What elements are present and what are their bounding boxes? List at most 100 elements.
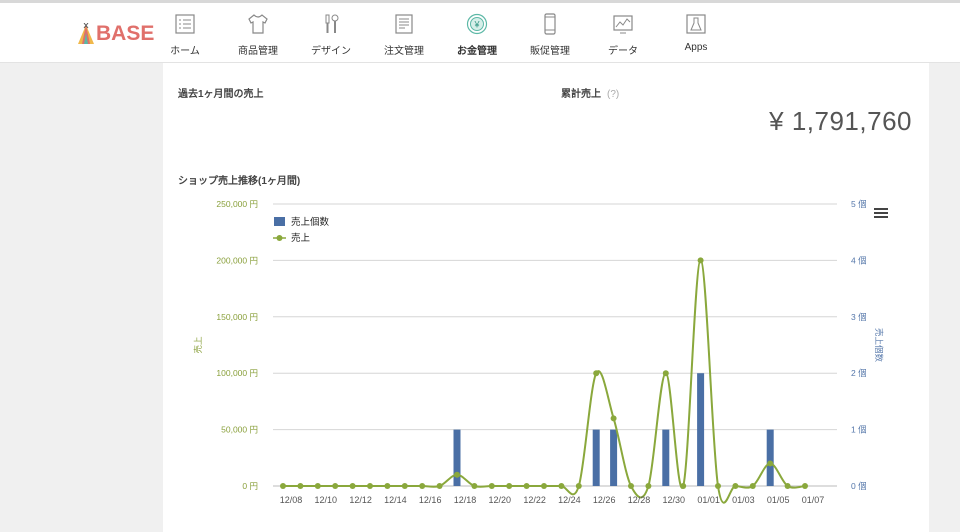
left-tick-label: 200,000 円: [216, 255, 258, 265]
right-axis-label: 売上個数: [874, 328, 884, 363]
flask-icon: [686, 14, 706, 34]
sales-count-bar: [697, 373, 705, 486]
sales-count-bar: [610, 429, 618, 486]
tools-icon: [325, 14, 339, 33]
left-tick-label: 0 円: [242, 481, 258, 491]
x-tick-label: 12/24: [558, 495, 581, 505]
chart-legend: 売上個数 売上: [273, 216, 330, 244]
sales-point: [558, 483, 565, 489]
hamburger-menu-icon[interactable]: [874, 208, 888, 218]
smartphone-icon: [544, 13, 556, 35]
sales-point: [367, 483, 373, 489]
right-tick-label: 0 個: [851, 481, 867, 491]
sales-point: [784, 483, 791, 489]
x-tick-label: 12/10: [315, 495, 338, 505]
x-tick-label: 12/30: [663, 495, 686, 505]
sales-point: [593, 370, 600, 377]
left-tick-label: 100,000 円: [216, 368, 258, 378]
right-tick-label: 1 個: [851, 425, 867, 435]
order-document-icon: [395, 14, 413, 34]
sales-point: [419, 483, 426, 489]
sales-line: [283, 259, 806, 504]
nav-label: 販促管理: [530, 46, 570, 57]
yen-coin-icon: ¥: [466, 13, 488, 35]
sales-point: [541, 483, 547, 489]
nav-promotion[interactable]: 販促管理: [515, 11, 585, 61]
sales-point: [314, 483, 321, 489]
x-tick-label: 01/05: [767, 495, 790, 505]
sales-point: [662, 370, 669, 377]
sales-point: [436, 483, 443, 489]
x-tick-label: 01/07: [802, 495, 825, 505]
nav-label: 注文管理: [384, 46, 424, 57]
sales-point: [471, 483, 478, 489]
sales-point: [488, 483, 495, 489]
legend-line-marker: [276, 235, 283, 241]
right-tick-label: 3 個: [851, 312, 867, 322]
right-tick-label: 4 個: [851, 255, 867, 265]
sales-point: [523, 483, 530, 489]
sales-point: [628, 483, 634, 489]
nav-orders[interactable]: 注文管理: [369, 11, 439, 61]
left-tick-label: 250,000 円: [216, 199, 258, 209]
x-tick-label: 12/22: [523, 495, 546, 505]
sales-point: [610, 415, 617, 422]
sales-count-bar: [766, 429, 774, 486]
x-tick-label: 12/26: [593, 495, 616, 505]
sales-point: [697, 257, 704, 264]
base-logo[interactable]: BASE: [77, 20, 154, 48]
x-tick-label: 12/12: [349, 495, 372, 505]
legend-line-label[interactable]: 売上: [291, 232, 311, 244]
nav-apps[interactable]: Apps: [661, 11, 731, 61]
nav-home[interactable]: ホーム: [150, 11, 220, 61]
nav-label: Apps: [684, 42, 708, 53]
chart-monitor-icon: [613, 15, 633, 34]
sales-point: [384, 483, 391, 489]
sales-point: [280, 483, 286, 489]
legend-bar-label[interactable]: 売上個数: [291, 216, 330, 228]
left-tick-label: 150,000 円: [216, 312, 258, 322]
sales-point: [297, 483, 304, 489]
x-tick-label: 01/03: [732, 495, 755, 505]
nav-design[interactable]: デザイン: [296, 11, 366, 61]
nav-products[interactable]: 商品管理: [223, 11, 293, 61]
nav-label: 商品管理: [238, 46, 278, 57]
sales-point: [715, 483, 721, 489]
x-tick-label: 01/01: [697, 495, 720, 505]
home-checklist-icon: [175, 14, 195, 34]
chart-grid: [273, 203, 837, 487]
right-tick-label: 5 個: [851, 199, 867, 209]
sales-point: [506, 483, 513, 489]
x-tick-label: 12/20: [489, 495, 512, 505]
sales-point: [802, 483, 808, 489]
x-tick-label: 12/14: [384, 495, 407, 505]
shirt-icon: [248, 14, 268, 34]
left-axis-label: 売上: [193, 336, 203, 354]
sales-count-bar: [592, 429, 600, 486]
sales-point: [645, 483, 652, 489]
sales-point: [680, 483, 687, 489]
legend-bar-swatch: [274, 217, 285, 226]
left-tick-label: 50,000 円: [221, 425, 258, 435]
sales-count-bar: [662, 429, 670, 486]
sales-point: [349, 483, 356, 489]
nav-label: お金管理: [457, 46, 497, 57]
x-tick-label: 12/28: [628, 495, 651, 505]
x-tick-label: 12/16: [419, 495, 442, 505]
x-tick-label: 12/08: [280, 495, 303, 505]
nav-label: デザイン: [311, 46, 351, 57]
sales-point: [401, 483, 408, 489]
nav-label: データ: [608, 46, 638, 57]
nav-data[interactable]: データ: [588, 11, 658, 61]
logo-text: BASE: [96, 22, 155, 45]
sales-point: [332, 483, 339, 489]
x-tick-label: 12/18: [454, 495, 477, 505]
nav-money[interactable]: ¥ お金管理: [442, 11, 512, 61]
nav-label: ホーム: [170, 46, 200, 57]
sales-panel: 過去1ヶ月間の売上 累計売上 (?) ¥ 1,791,760 ショップ売上推移(1…: [163, 63, 929, 532]
sales-point: [749, 483, 756, 489]
chart-line: [280, 257, 808, 504]
top-navigation-bar: BASE ホーム 商品管理 デザイン 注文管理 ¥ お金管理 販促管理 データ …: [0, 0, 960, 63]
sales-point: [732, 483, 739, 489]
right-tick-label: 2 個: [851, 368, 867, 378]
